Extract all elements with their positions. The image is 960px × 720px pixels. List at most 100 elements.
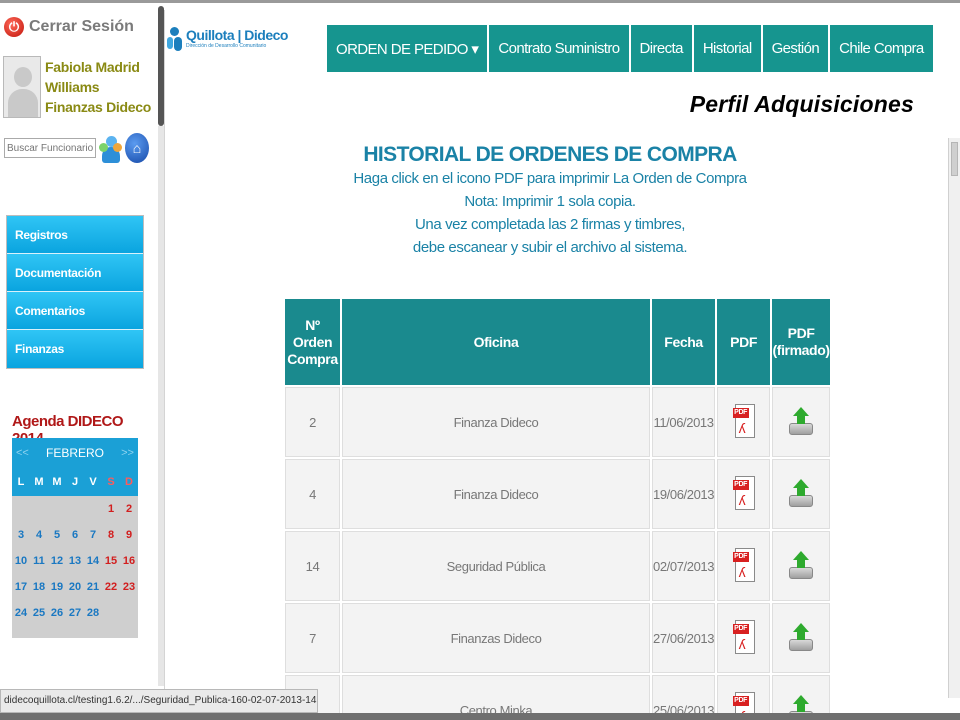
calendar-day[interactable]: 7 [84,529,102,541]
calendar-day[interactable]: 19 [48,581,66,593]
calendar-day[interactable]: 24 [12,607,30,619]
table-row: 2 Finanza Dideco 11/06/2013 PDF ʎ [285,387,831,457]
office-cell: Seguridad Pública [342,531,650,601]
calendar-day[interactable]: 5 [48,529,66,541]
sidebar-item-documentacion[interactable]: Documentación [7,254,143,292]
table-header-row: Nº Orden Compra Oficina Fecha PDF PDF (f… [285,299,831,385]
table-row: 14 Seguridad Pública 02/07/2013 PDF ʎ [285,531,831,601]
upload-icon[interactable] [789,550,814,579]
pdf-cell: PDFʎ [717,459,771,529]
nav-chile-compra[interactable]: Chile Compra [830,25,933,72]
nav-gestion[interactable]: Gestión [762,25,831,72]
calendar-day[interactable]: 3 [12,529,30,541]
search-input[interactable] [4,138,96,158]
logo-name: Quillota | Dideco [186,27,288,43]
instruction-line: Haga click en el icono PDF para imprimir… [353,170,747,187]
upload-cell [772,603,831,673]
table-row: 4 Finanza Dideco 19/06/2013 PDF ʎ [285,459,831,529]
calendar-day[interactable]: 21 [84,581,102,593]
sidebar-menu: Registros Documentación Comentarios Fina… [6,215,144,369]
calendar-day[interactable]: 20 [66,581,84,593]
calendar-day[interactable]: 26 [48,607,66,619]
calendar-day[interactable]: 27 [66,607,84,619]
order-number: 7 [285,603,340,673]
header-date: Fecha [652,299,716,385]
order-number: 14 [285,531,340,601]
profile-label: Perfil Adquisiciones [689,91,914,117]
header-number: Nº Orden Compra [285,299,340,385]
calendar-day[interactable]: 16 [120,555,138,567]
weekday-label: L [17,476,25,488]
weekday-label: M [52,476,62,488]
weekday-label: D [125,476,133,488]
nav-directa[interactable]: Directa [630,25,694,72]
upload-icon[interactable] [789,622,814,651]
calendar-day[interactable]: 11 [30,555,48,567]
weekday-label: S [107,476,115,488]
power-icon: ⏻ [4,17,24,37]
calendar-day[interactable]: 12 [48,555,66,567]
pdf-icon[interactable]: PDFʎ [732,547,755,582]
nav-contrato-suministro[interactable]: Contrato Suministro [489,25,631,72]
calendar-day[interactable]: 25 [30,607,48,619]
content-scrollbar[interactable] [948,138,960,698]
calendar-next-button[interactable]: >> [121,447,134,459]
calendar-day[interactable]: 10 [12,555,30,567]
weekday-label: M [34,476,44,488]
logout-button[interactable]: ⏻ Cerrar Sesión [4,17,134,37]
calendar-day[interactable]: 28 [84,607,102,619]
office-cell: Finanza Dideco [342,387,650,457]
date-cell: 19/06/2013 [652,459,716,529]
calendar-day[interactable]: 13 [66,555,84,567]
calendar-day[interactable]: 14 [84,555,102,567]
instruction-line: Una vez completada las 2 firmas y timbre… [415,216,685,233]
orders-table: Nº Orden Compra Oficina Fecha PDF PDF (f… [283,297,832,720]
calendar-day[interactable]: 6 [66,529,84,541]
calendar-day[interactable]: 22 [102,581,120,593]
pdf-icon[interactable]: PDFʎ [732,475,755,510]
pdf-cell: PDFʎ [717,531,771,601]
sidebar-item-comentarios[interactable]: Comentarios [7,292,143,330]
upload-cell [772,459,831,529]
calendar-month: FEBRERO [45,446,104,460]
people-search-icon[interactable] [99,134,123,164]
calendar-day[interactable]: 15 [102,555,120,567]
pdf-icon[interactable]: PDFʎ [732,403,755,438]
sidebar-item-registros[interactable]: Registros [7,216,143,254]
calendar-day[interactable]: 23 [120,581,138,593]
logo-icon [167,27,183,53]
calendar-day[interactable]: 2 [120,503,138,515]
table-row: 7 Finanzas Dideco 27/06/2013 PDF ʎ [285,603,831,673]
calendar-day[interactable]: 17 [12,581,30,593]
upload-icon[interactable] [789,478,814,507]
logout-label: Cerrar Sesión [29,18,134,35]
header-pdf-signed: PDF (firmado) [772,299,831,385]
sidebar-item-finanzas[interactable]: Finanzas [7,330,143,368]
bottom-band [0,713,960,720]
calendar-day[interactable]: 1 [102,503,120,515]
date-cell: 27/06/2013 [652,603,716,673]
calendar-day[interactable]: 8 [102,529,120,541]
office-cell: Finanzas Dideco [342,603,650,673]
page-heading: HISTORIAL DE ORDENES DE COMPRA Haga clic… [165,143,950,259]
status-bar-url: didecoquillota.cl/testing1.6.2/.../Segur… [0,689,318,713]
calendar-prev-button[interactable]: << [16,447,29,459]
date-cell: 11/06/2013 [652,387,716,457]
date-cell: 02/07/2013 [652,531,716,601]
pdf-cell: PDFʎ [717,603,771,673]
home-icon[interactable]: ⌂ [125,133,149,163]
calendar-header: << FEBRERO >> [12,438,138,468]
calendar-weekdays: L M M J V S D [12,468,138,496]
pdf-icon[interactable]: PDFʎ [732,619,755,654]
nav-orden-de-pedido[interactable]: ORDEN DE PEDIDO ▾ [327,25,490,72]
pdf-cell: PDFʎ [717,387,771,457]
instruction-line: debe escanear y subir el archivo al sist… [412,239,688,256]
logo-subtitle: Dirección de Desarrollo Comunitario [186,43,267,49]
calendar-day[interactable]: 4 [30,529,48,541]
nav-historial[interactable]: Historial [693,25,763,72]
content-scrollbar-thumb[interactable] [951,142,958,176]
calendar: << FEBRERO >> L M M J V S D 1 2 3 4 5 6 7 8 9 10 1… [12,438,138,638]
upload-icon[interactable] [789,406,814,435]
calendar-day[interactable]: 9 [120,529,138,541]
calendar-day[interactable]: 18 [30,581,48,593]
